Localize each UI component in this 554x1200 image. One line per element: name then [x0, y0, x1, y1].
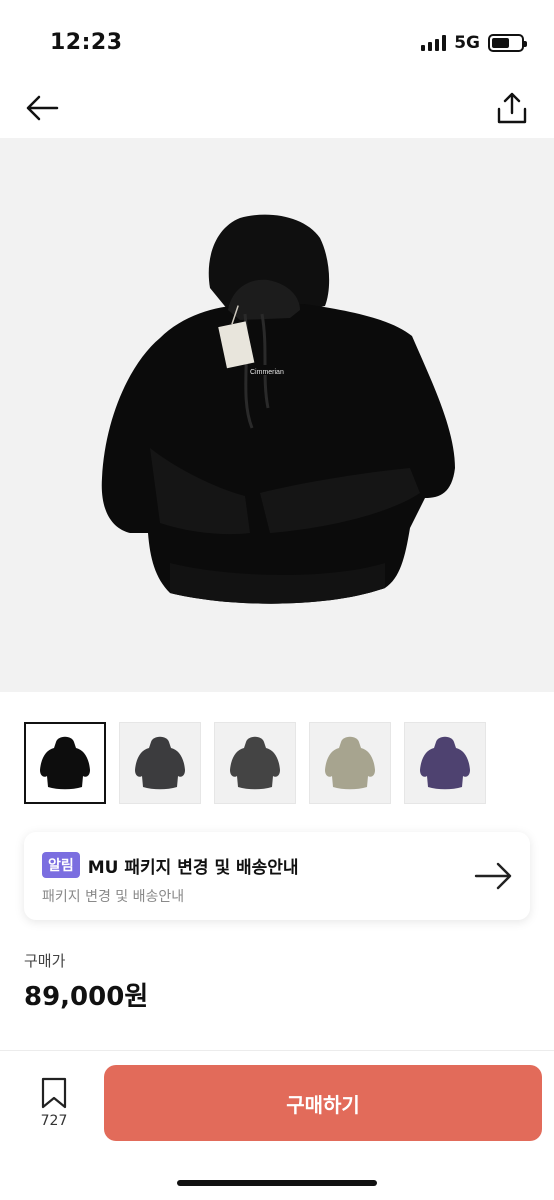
thumbnail-2[interactable]	[119, 722, 201, 804]
status-time: 12:23	[50, 30, 123, 55]
thumbnail-3[interactable]	[214, 722, 296, 804]
notice-card[interactable]: 알림 MU 패키지 변경 및 배송안내 패키지 변경 및 배송안내	[24, 832, 530, 920]
network-label: 5G	[454, 33, 480, 53]
bottom-action-bar: 727 구매하기	[0, 1050, 554, 1200]
bookmark-icon	[41, 1077, 67, 1109]
home-indicator	[177, 1180, 377, 1186]
hoodie-icon	[420, 736, 470, 790]
hoodie-photo: Cimmerian	[101, 214, 455, 604]
signal-icon	[421, 35, 447, 51]
product-image[interactable]: Cimmerian	[0, 138, 554, 692]
hoodie-icon	[230, 736, 280, 790]
share-icon	[497, 92, 527, 124]
battery-icon	[488, 34, 527, 52]
arrow-left-icon	[26, 95, 59, 121]
thumbnail-1[interactable]	[24, 722, 106, 804]
status-bar: 12:23 5G	[0, 0, 554, 80]
hoodie-print-text: Cimmerian	[250, 369, 284, 376]
nav-bar	[0, 80, 554, 136]
bookmark-count: 727	[40, 1113, 68, 1129]
battery-level	[492, 38, 509, 48]
arrow-right-icon	[474, 862, 512, 890]
hoodie-icon	[135, 736, 185, 790]
notice-title: MU 패키지 변경 및 배송안내	[87, 857, 299, 878]
buy-button[interactable]: 구매하기	[104, 1065, 542, 1141]
thumbnail-5[interactable]	[404, 722, 486, 804]
notice-subtitle: 패키지 변경 및 배송안내	[42, 889, 185, 905]
notice-badge: 알림	[42, 852, 80, 878]
hoodie-icon	[325, 736, 375, 790]
price-label: 구매가	[24, 952, 66, 970]
thumbnail-4[interactable]	[309, 722, 391, 804]
notice-header: 알림 MU 패키지 변경 및 배송안내	[42, 852, 299, 878]
share-button[interactable]	[492, 88, 532, 128]
hoodie-icon	[40, 736, 90, 790]
back-button[interactable]	[22, 88, 62, 128]
bookmark-button[interactable]: 727	[34, 1077, 74, 1129]
status-indicators: 5G	[421, 33, 527, 53]
price-value: 89,000원	[24, 982, 149, 1012]
thumbnail-strip	[24, 722, 486, 804]
